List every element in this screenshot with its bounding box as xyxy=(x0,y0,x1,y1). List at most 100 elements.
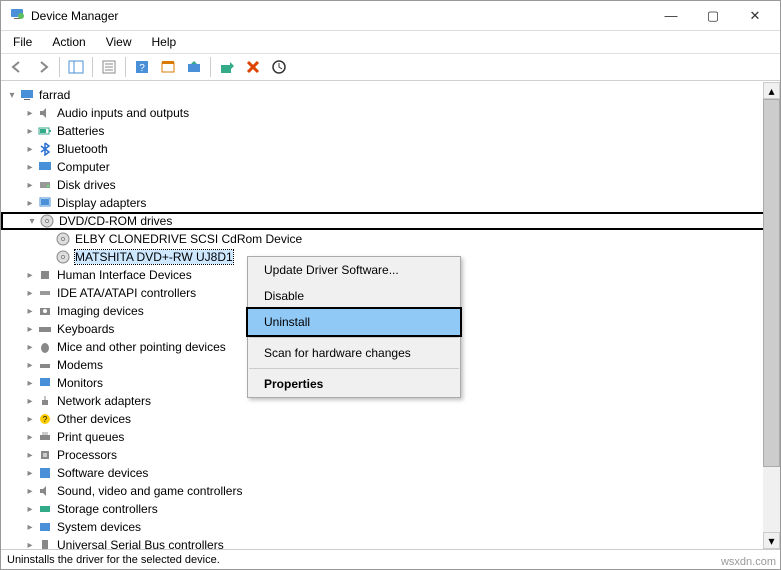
tree-label: Print queues xyxy=(57,430,124,444)
menu-help[interactable]: Help xyxy=(144,33,185,51)
expand-icon[interactable]: ▸ xyxy=(23,520,37,534)
close-button[interactable]: ✕ xyxy=(734,2,776,30)
context-menu: Update Driver Software... Disable Uninst… xyxy=(247,256,461,398)
update-driver-button[interactable] xyxy=(182,55,206,79)
expand-icon[interactable]: ▸ xyxy=(23,538,37,549)
expand-icon[interactable]: ▸ xyxy=(23,502,37,516)
menu-file[interactable]: File xyxy=(5,33,40,51)
tree-label: Universal Serial Bus controllers xyxy=(57,538,224,549)
collapse-icon[interactable]: ▾ xyxy=(25,214,39,228)
tree-label: Sound, video and game controllers xyxy=(57,484,242,498)
watermark: wsxdn.com xyxy=(721,556,776,568)
minimize-button[interactable]: — xyxy=(650,2,692,30)
action-icon-button[interactable] xyxy=(156,55,180,79)
menu-action[interactable]: Action xyxy=(44,33,93,51)
help-button[interactable]: ? xyxy=(130,55,154,79)
battery-icon xyxy=(37,123,53,139)
menubar: File Action View Help xyxy=(1,31,780,53)
expand-icon[interactable]: ▸ xyxy=(23,196,37,210)
bluetooth-icon xyxy=(37,141,53,157)
uninstall-button[interactable] xyxy=(241,55,265,79)
tree-label: Batteries xyxy=(57,124,104,138)
tree-label: IDE ATA/ATAPI controllers xyxy=(57,286,196,300)
tree-item-batteries[interactable]: ▸ Batteries xyxy=(1,122,780,140)
expand-icon[interactable]: ▸ xyxy=(23,340,37,354)
expand-icon[interactable]: ▸ xyxy=(23,160,37,174)
forward-button[interactable] xyxy=(31,55,55,79)
tree-item-disk[interactable]: ▸ Disk drives xyxy=(1,176,780,194)
tree-label: Modems xyxy=(57,358,103,372)
tree-item-computer[interactable]: ▸ Computer xyxy=(1,158,780,176)
enable-button[interactable] xyxy=(215,55,239,79)
expand-icon[interactable]: ▸ xyxy=(23,322,37,336)
tree-item-software[interactable]: ▸Software devices xyxy=(1,464,780,482)
expand-icon[interactable]: ▸ xyxy=(23,412,37,426)
tree-item-bluetooth[interactable]: ▸Bluetooth xyxy=(1,140,780,158)
ctx-update-driver[interactable]: Update Driver Software... xyxy=(248,257,460,283)
ctx-uninstall[interactable]: Uninstall xyxy=(246,307,462,337)
toolbar-separator xyxy=(92,57,93,77)
tree-label: Other devices xyxy=(57,412,131,426)
svg-text:?: ? xyxy=(139,63,145,74)
scrollbar-thumb[interactable] xyxy=(763,99,780,467)
camera-icon xyxy=(37,303,53,319)
collapse-icon[interactable]: ▾ xyxy=(5,88,19,102)
usb-icon xyxy=(37,537,53,549)
menu-view[interactable]: View xyxy=(98,33,140,51)
expand-icon[interactable]: ▸ xyxy=(23,268,37,282)
tree-label: Audio inputs and outputs xyxy=(57,106,189,120)
properties-button[interactable] xyxy=(97,55,121,79)
expand-icon[interactable]: ▸ xyxy=(23,178,37,192)
tree-item-display[interactable]: ▸ Display adapters xyxy=(1,194,780,212)
tree-label: Mice and other pointing devices xyxy=(57,340,226,354)
ctx-scan[interactable]: Scan for hardware changes xyxy=(248,340,460,366)
tree-item-system[interactable]: ▸System devices xyxy=(1,518,780,536)
expand-icon[interactable]: ▸ xyxy=(23,466,37,480)
dvd-icon xyxy=(39,213,55,229)
tree-item-storage[interactable]: ▸ Storage controllers xyxy=(1,500,780,518)
system-icon xyxy=(37,519,53,535)
maximize-button[interactable]: ▢ xyxy=(692,2,734,30)
titlebar: Device Manager — ▢ ✕ xyxy=(1,1,780,31)
scan-hardware-button[interactable] xyxy=(267,55,291,79)
keyboard-icon xyxy=(37,321,53,337)
tree-root[interactable]: ▾ farrad xyxy=(1,86,780,104)
tree-label: Display adapters xyxy=(57,196,146,210)
tree-item-processors[interactable]: ▸Processors xyxy=(1,446,780,464)
expand-icon[interactable]: ▸ xyxy=(23,376,37,390)
expand-icon[interactable]: ▸ xyxy=(23,304,37,318)
scrollbar-track[interactable] xyxy=(763,99,780,532)
tree-item-audio[interactable]: ▸ Audio inputs and outputs xyxy=(1,104,780,122)
tree-label: Computer xyxy=(57,160,110,174)
hid-icon xyxy=(37,267,53,283)
ctx-disable[interactable]: Disable xyxy=(248,283,460,309)
ctx-properties[interactable]: Properties xyxy=(248,371,460,397)
dvd-icon xyxy=(55,231,71,247)
expand-icon[interactable]: ▸ xyxy=(23,448,37,462)
expand-icon[interactable]: ▸ xyxy=(23,286,37,300)
tree-label: Disk drives xyxy=(57,178,116,192)
tree-item-sound[interactable]: ▸ Sound, video and game controllers xyxy=(1,482,780,500)
tree-item-dvd-child1[interactable]: ELBY CLONEDRIVE SCSI CdRom Device xyxy=(1,230,780,248)
tree-item-other[interactable]: ▸?Other devices xyxy=(1,410,780,428)
monitor-icon xyxy=(37,375,53,391)
scroll-up-button[interactable]: ▴ xyxy=(763,82,780,99)
expand-icon[interactable]: ▸ xyxy=(23,358,37,372)
expand-icon[interactable]: ▸ xyxy=(23,106,37,120)
tree-item-dvd[interactable]: ▾ DVD/CD-ROM drives xyxy=(1,212,780,230)
toolbar-separator xyxy=(59,57,60,77)
tree-label: DVD/CD-ROM drives xyxy=(59,214,172,228)
expand-icon[interactable]: ▸ xyxy=(23,394,37,408)
tree-item-usb[interactable]: ▸ Universal Serial Bus controllers xyxy=(1,536,780,549)
expand-icon[interactable]: ▸ xyxy=(23,430,37,444)
scroll-down-button[interactable]: ▾ xyxy=(763,532,780,549)
expand-icon[interactable]: ▸ xyxy=(23,484,37,498)
network-icon xyxy=(37,393,53,409)
vertical-scrollbar[interactable]: ▴ ▾ xyxy=(763,82,780,549)
back-button[interactable] xyxy=(5,55,29,79)
expand-icon[interactable]: ▸ xyxy=(23,124,37,138)
tree-item-print[interactable]: ▸ Print queues xyxy=(1,428,780,446)
tree-label: Storage controllers xyxy=(57,502,158,516)
expand-icon[interactable]: ▸ xyxy=(23,142,37,156)
show-hide-tree-button[interactable] xyxy=(64,55,88,79)
